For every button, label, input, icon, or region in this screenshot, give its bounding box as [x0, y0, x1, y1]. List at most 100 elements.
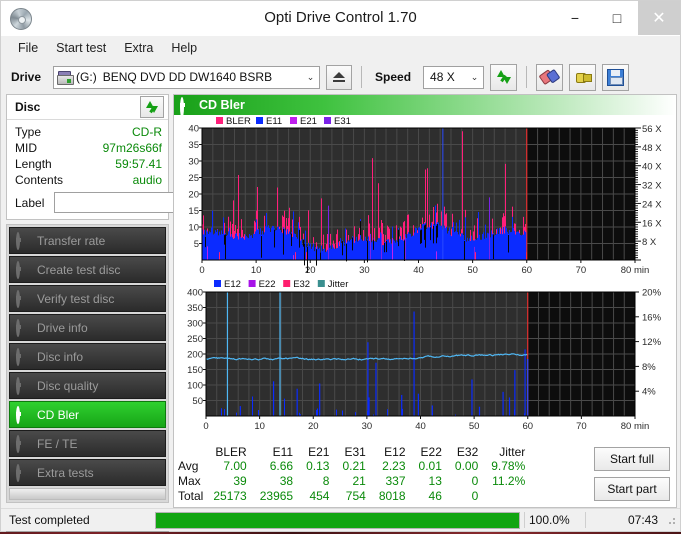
speed-label: Speed: [375, 70, 412, 84]
toolbar: Drive (G:) BENQ DVD DD DW1640 BSRB ⌄ Spe…: [1, 60, 680, 94]
svg-text:25: 25: [188, 173, 199, 184]
eject-button[interactable]: [326, 64, 353, 90]
sidebar-item-create-test-disc[interactable]: Create test disc: [9, 256, 166, 283]
sidebar-item-label: FE / TE: [37, 436, 78, 451]
stats-row-label: Avg: [178, 459, 199, 473]
chart-cd-bler-e1x-jitter[interactable]: 50 100 150 200 250 300 350 400 4% 8% 12% 16% 20% 0 10 2…: [176, 278, 674, 434]
sidebar-item-disc-quality[interactable]: Disc quality: [9, 372, 166, 399]
sidebar-item-cd-bler[interactable]: CD Bler: [9, 401, 166, 428]
svg-text:40: 40: [415, 421, 426, 432]
elapsed-time: 07:43: [627, 513, 658, 527]
svg-text:0: 0: [203, 421, 208, 432]
stats-col-bler: BLER: [215, 445, 247, 459]
stats-cell: 0.21: [342, 459, 366, 473]
table-row: Max 39 38 8 21 337 13 0 11.2%: [176, 474, 530, 489]
progress-bar: [155, 511, 520, 529]
stats-cell: 8: [322, 474, 330, 488]
save-button[interactable]: [602, 63, 630, 91]
erase-button[interactable]: [536, 63, 564, 91]
sidebar-item-fe-te[interactable]: FE / TE: [9, 430, 166, 457]
start-full-button[interactable]: Start full: [594, 447, 670, 471]
disc-key: Contents: [15, 173, 64, 187]
minimize-button[interactable]: −: [554, 1, 596, 35]
stats-cell: 337: [385, 474, 406, 488]
svg-text:50: 50: [467, 265, 478, 276]
svg-text:5: 5: [194, 239, 199, 250]
stats-row-label: Max: [178, 474, 201, 488]
sidebar-item-label: Disc info: [37, 349, 84, 364]
svg-text:E12: E12: [224, 279, 241, 290]
svg-text:400: 400: [187, 288, 203, 299]
svg-text:20: 20: [308, 421, 319, 432]
right-panel: CD Bler 8 X 16 X 24 X 32 X 40 X 48 X 56 X 5 10 15…: [173, 94, 677, 508]
sidebar-item-transfer-rate[interactable]: Transfer rate: [9, 227, 166, 254]
chevron-down-icon: ⌄: [470, 71, 479, 82]
stats-cell: 46: [428, 489, 442, 503]
svg-text:BLER: BLER: [226, 116, 251, 127]
drive-select[interactable]: (G:) BENQ DVD DD DW1640 BSRB ⌄: [53, 65, 321, 89]
start-part-button[interactable]: Start part: [594, 477, 670, 501]
svg-text:80 min: 80 min: [621, 265, 650, 276]
maximize-button[interactable]: □: [596, 1, 638, 35]
disc-panel: Disc Type CD-R MID 97m26s66f Length 59:5…: [6, 94, 261, 220]
svg-text:30: 30: [188, 157, 199, 168]
close-button[interactable]: ✕: [638, 1, 680, 35]
sidebar-item-disc-info[interactable]: Disc info: [9, 343, 166, 370]
svg-text:E22: E22: [259, 279, 276, 290]
progress-percent: 100.0%: [529, 513, 570, 527]
stats-col-e11: E11: [272, 445, 294, 459]
svg-text:48 X: 48 X: [642, 143, 662, 154]
svg-text:Jitter: Jitter: [328, 279, 349, 290]
svg-text:70: 70: [576, 421, 587, 432]
svg-text:40: 40: [413, 265, 424, 276]
gear-icon: [16, 434, 30, 453]
disc-label-row: Label: [15, 191, 261, 214]
svg-text:40: 40: [188, 124, 199, 135]
sidebar-item-drive-info[interactable]: Drive info: [9, 314, 166, 341]
svg-text:50: 50: [469, 421, 480, 432]
table-row: Total 25173 23965 454 754 8018 46 0: [176, 489, 530, 504]
stats-cell: 23965: [259, 489, 294, 503]
nav-filler: [9, 488, 166, 500]
stats-cell: 38: [279, 474, 294, 488]
svg-text:4%: 4%: [642, 387, 656, 398]
resize-grip-icon[interactable]: [664, 513, 678, 527]
svg-text:35: 35: [188, 140, 199, 151]
refresh-icon: [496, 69, 512, 85]
disc-value: 59:57.41: [115, 157, 162, 171]
speed-select[interactable]: 48 X ⌄: [423, 65, 485, 89]
stats-col-e32: E32: [456, 445, 479, 459]
svg-text:100: 100: [187, 381, 203, 392]
menu-help[interactable]: Help: [162, 38, 206, 58]
disc-row-length: Length 59:57.41: [15, 156, 162, 172]
refresh-icon: [145, 100, 159, 114]
svg-text:200: 200: [187, 350, 203, 361]
stats-col-e31: E31: [344, 445, 366, 459]
svg-text:15: 15: [188, 206, 199, 217]
svg-text:E32: E32: [293, 279, 310, 290]
sidebar-item-verify-test-disc[interactable]: Verify test disc: [9, 285, 166, 312]
svg-text:20%: 20%: [642, 288, 662, 299]
disc-refresh-button[interactable]: [140, 96, 164, 118]
disc-value: 97m26s66f: [102, 141, 162, 155]
menu-file[interactable]: File: [9, 38, 47, 58]
plug-button[interactable]: [569, 63, 597, 91]
refresh-button[interactable]: [490, 63, 518, 91]
stats-cell: 0: [471, 489, 479, 503]
chart-cd-bler-errors[interactable]: 8 X 16 X 24 X 32 X 40 X 48 X 56 X 5 10 15 20 25 30 35…: [176, 116, 674, 278]
menu-bar: File Start test Extra Help: [1, 36, 680, 60]
menu-start-test[interactable]: Start test: [47, 38, 115, 58]
svg-text:24 X: 24 X: [642, 199, 662, 210]
progress-fill: [156, 512, 519, 528]
sidebar-item-label: Create test disc: [37, 262, 121, 277]
stats-cell: 454: [309, 489, 330, 503]
stats-cell: 0.01: [418, 459, 442, 473]
eject-icon: [333, 72, 346, 82]
menu-extra[interactable]: Extra: [115, 38, 162, 58]
svg-text:32 X: 32 X: [642, 181, 662, 192]
svg-text:20: 20: [188, 190, 199, 201]
stats-cell: 11.2%: [492, 474, 526, 488]
stats-cell: [483, 489, 530, 504]
toolbar-divider-2: [526, 66, 528, 88]
sidebar-item-extra-tests[interactable]: Extra tests: [9, 459, 166, 486]
